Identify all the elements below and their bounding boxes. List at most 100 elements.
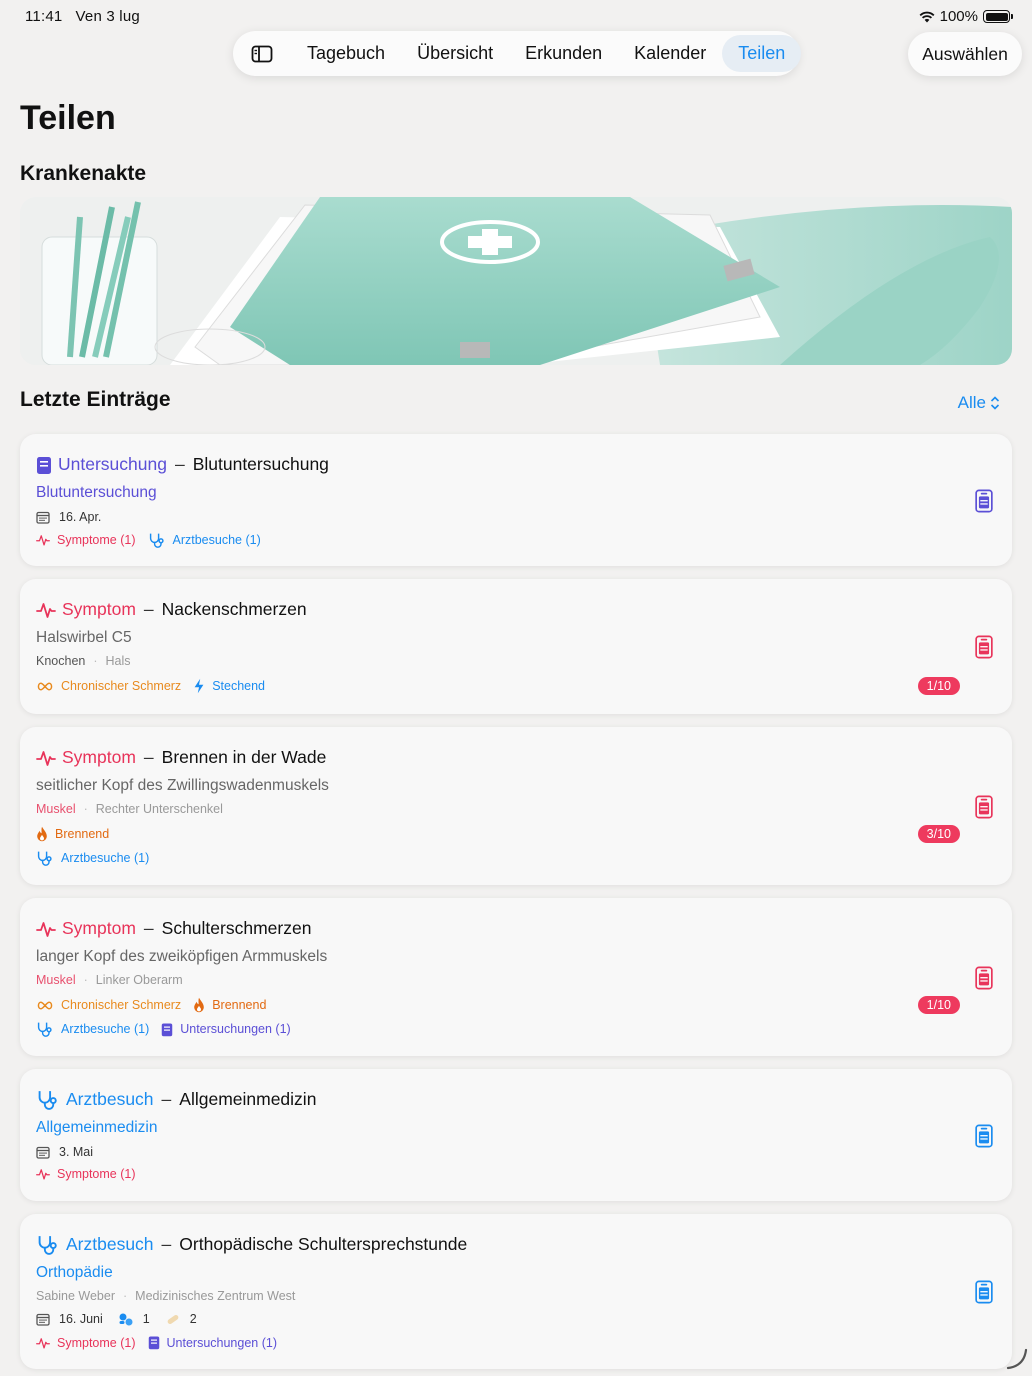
- flame-icon: [36, 826, 48, 842]
- tab-uebersicht[interactable]: Übersicht: [401, 35, 509, 72]
- entry-title: Arztbesuch – Orthopädische Schultersprec…: [36, 1234, 467, 1255]
- meta-doctor: Sabine Weber: [36, 1289, 115, 1303]
- tag-burning-label: Brennend: [55, 827, 110, 841]
- entry-meta: Sabine Weber · Medizinisches Zentrum West: [36, 1289, 296, 1303]
- meta-region: Hals: [105, 654, 131, 668]
- tab-bar: Tagebuch Übersicht Erkunden Kalender Tei…: [233, 31, 802, 76]
- tag-stabbing-label: Stechend: [212, 679, 266, 693]
- select-button[interactable]: Auswählen: [908, 32, 1022, 76]
- severity-badge: 1/10: [917, 996, 960, 1014]
- chevron-updown-icon: [990, 396, 1000, 410]
- link-symptoms[interactable]: Symptome (1): [36, 1336, 136, 1350]
- link-symptoms[interactable]: Symptome (1): [36, 533, 136, 547]
- bandage-count: 2: [189, 1312, 197, 1326]
- tag-chronic-label: Chronischer Schmerz: [61, 998, 182, 1012]
- filter-label: Alle: [957, 393, 986, 412]
- date-text: 3. Mai: [59, 1145, 94, 1159]
- tab-kalender[interactable]: Kalender: [618, 35, 722, 72]
- tab-teilen[interactable]: Teilen: [722, 35, 802, 72]
- report-icon[interactable]: [974, 795, 994, 819]
- pills-count: 1: [142, 1312, 150, 1326]
- sidebar-icon: [251, 45, 273, 62]
- report-icon[interactable]: [974, 1124, 994, 1148]
- link-doctor-visits[interactable]: Arztbesuche (1): [36, 850, 149, 866]
- corner-grabber-icon[interactable]: [1004, 1346, 1028, 1370]
- status-time: 11:41 Ven 3 lug: [25, 8, 140, 25]
- clipboard-icon: [161, 1022, 173, 1037]
- entry-card-symptom[interactable]: Symptom – Brennen in der Wade seitlicher…: [20, 727, 1012, 885]
- tag-stabbing: Stechend: [193, 678, 265, 694]
- entry-links: Symptome (1) Arztbesuche (1): [36, 532, 273, 548]
- report-icon[interactable]: [974, 635, 994, 659]
- separator-dash: –: [161, 1234, 172, 1254]
- separator-dash: –: [143, 747, 154, 767]
- status-bar: 11:41 Ven 3 lug 100%: [0, 0, 1032, 32]
- report-icon[interactable]: [974, 489, 994, 513]
- entry-subtitle: seitlicher Kopf des Zwillingswadenmuskel…: [36, 777, 329, 794]
- report-icon[interactable]: [974, 966, 994, 990]
- flame-icon: [193, 997, 205, 1013]
- report-icon[interactable]: [974, 1280, 994, 1304]
- entry-subtitle: langer Kopf des zweiköpfigen Armmuskels: [36, 948, 328, 965]
- stethoscope-icon: [36, 1021, 54, 1037]
- entry-card-symptom[interactable]: Symptom – Schulterschmerzen langer Kopf …: [20, 898, 1012, 1056]
- entry-tags: Brennend: [36, 826, 121, 842]
- meta-region: Linker Oberarm: [95, 973, 183, 987]
- pulse-icon: [36, 1167, 50, 1181]
- meta-tissue: Muskel: [36, 802, 76, 816]
- link-doctor-visits[interactable]: Arztbesuche (1): [36, 1021, 149, 1037]
- entry-title: Symptom – Brennen in der Wade: [36, 747, 326, 768]
- calendar-icon: [36, 511, 50, 524]
- entry-title: Symptom – Schulterschmerzen: [36, 918, 311, 939]
- stethoscope-icon: [148, 532, 166, 548]
- meta-tissue: Knochen: [36, 654, 86, 668]
- entry-card-symptom[interactable]: Symptom – Nackenschmerzen Halswirbel C5 …: [20, 579, 1012, 714]
- entry-card-visit[interactable]: Arztbesuch – Allgemeinmedizin Allgemeinm…: [20, 1069, 1012, 1201]
- entry-category: Symptom: [62, 599, 136, 619]
- bandage-icon: [167, 1314, 179, 1324]
- entry-tags: Chronischer Schmerz Stechend: [36, 678, 277, 694]
- entry-title: Symptom – Nackenschmerzen: [36, 599, 307, 620]
- stethoscope-icon: [36, 850, 54, 866]
- tag-chronic: Chronischer Schmerz: [36, 679, 181, 693]
- tag-burning-label: Brennend: [212, 998, 267, 1012]
- link-exams-label: Untersuchungen (1): [166, 1335, 277, 1350]
- pills-icon: [119, 1313, 133, 1325]
- entry-links: Symptome (1) Untersuchungen (1): [36, 1335, 289, 1350]
- stethoscope-icon: [36, 1234, 60, 1255]
- entry-title: Untersuchung – Blutuntersuchung: [36, 454, 329, 475]
- meta-region: Rechter Unterschenkel: [95, 802, 223, 816]
- link-exams[interactable]: Untersuchungen (1): [161, 1022, 291, 1037]
- link-exams[interactable]: Untersuchungen (1): [148, 1335, 277, 1350]
- entry-name: Blutuntersuchung: [192, 454, 329, 474]
- entry-category: Arztbesuch: [66, 1089, 154, 1109]
- entry-category: Untersuchung: [58, 454, 167, 474]
- date-text: 16. Juni: [59, 1312, 103, 1326]
- battery-percent: 100%: [939, 8, 978, 25]
- link-doctor-visits-label: Arztbesuche (1): [61, 851, 150, 865]
- record-section-title: Krankenakte: [20, 162, 147, 185]
- entry-card-exam[interactable]: Untersuchung – Blutuntersuchung Blutunte…: [20, 434, 1012, 566]
- link-doctor-visits[interactable]: Arztbesuche (1): [148, 532, 261, 548]
- entry-name: Nackenschmerzen: [161, 599, 307, 619]
- entry-category: Symptom: [62, 918, 136, 938]
- link-symptoms-label: Symptome (1): [57, 533, 136, 547]
- medical-record-banner[interactable]: [20, 197, 1012, 365]
- wifi-icon: [919, 11, 935, 22]
- entry-links: Arztbesuche (1) Untersuchungen (1): [36, 1021, 303, 1037]
- entry-subtitle: Allgemeinmedizin: [36, 1119, 158, 1136]
- link-symptoms-label: Symptome (1): [57, 1167, 136, 1181]
- calendar-icon: [36, 1146, 50, 1159]
- clipboard-icon: [148, 1335, 160, 1350]
- filter-all-button[interactable]: Alle: [958, 393, 1000, 413]
- separator-dash: –: [161, 1089, 172, 1109]
- tab-erkunden[interactable]: Erkunden: [509, 35, 618, 72]
- link-symptoms[interactable]: Symptome (1): [36, 1167, 136, 1181]
- tab-tagebuch[interactable]: Tagebuch: [291, 35, 401, 72]
- sidebar-toggle-button[interactable]: [251, 42, 273, 66]
- separator-dash: –: [174, 454, 185, 474]
- entry-title: Arztbesuch – Allgemeinmedizin: [36, 1089, 316, 1110]
- entry-card-visit[interactable]: Arztbesuch – Orthopädische Schultersprec…: [20, 1214, 1012, 1369]
- link-doctor-visits-label: Arztbesuche (1): [61, 1022, 150, 1036]
- page-title: Teilen: [20, 99, 116, 137]
